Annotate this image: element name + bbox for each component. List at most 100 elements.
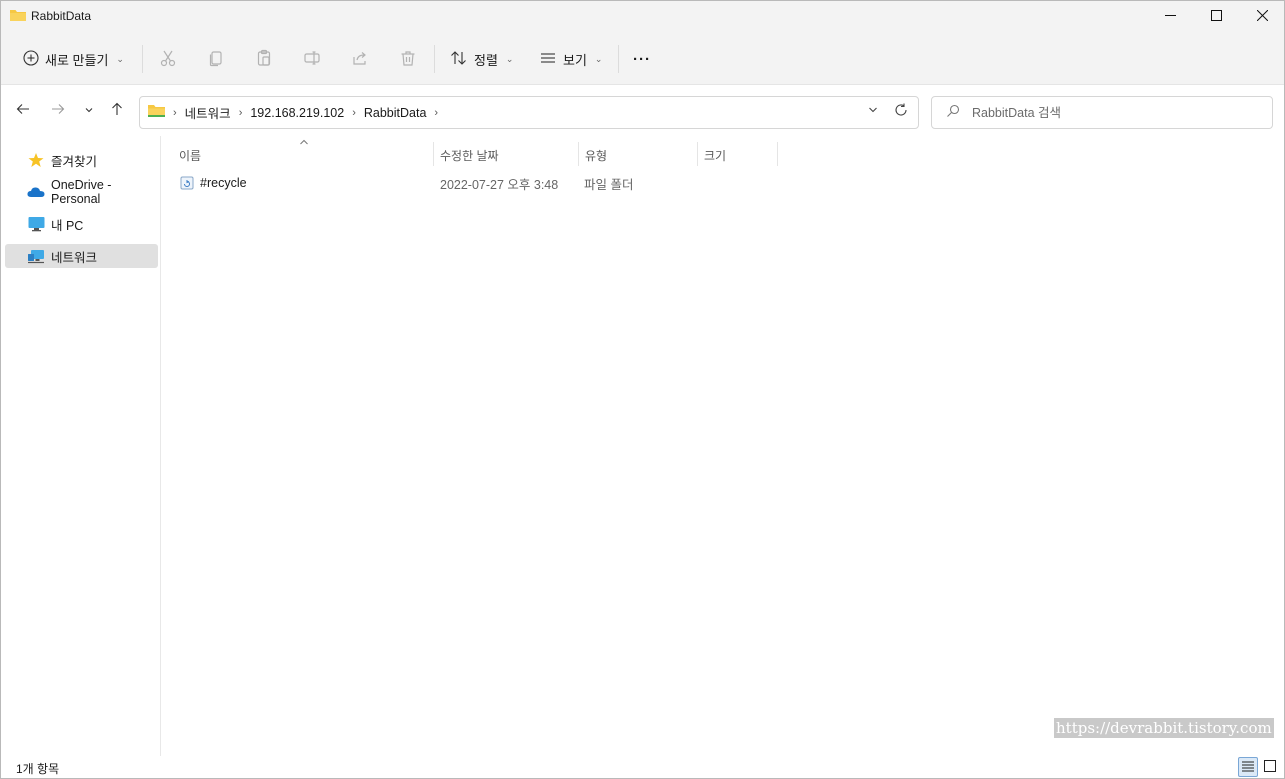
share-icon — [351, 49, 369, 70]
sidebar-item-onedrive[interactable]: OneDrive - Personal — [5, 178, 158, 206]
recent-locations-button[interactable] — [78, 100, 100, 122]
breadcrumb-separator-icon[interactable]: › — [434, 107, 438, 119]
search-icon — [946, 104, 960, 121]
new-button[interactable]: 새로 만들기 ⌄ — [15, 45, 132, 73]
close-button[interactable] — [1239, 1, 1285, 31]
pc-monitor-icon — [27, 216, 45, 232]
network-icon — [27, 248, 45, 264]
sort-button[interactable]: 정렬 ⌄ — [444, 45, 519, 73]
column-divider[interactable] — [777, 142, 778, 166]
breadcrumb-folder[interactable]: RabbitData — [364, 106, 427, 120]
sidebar-item-network[interactable]: 네트워크 — [5, 244, 158, 268]
recycle-folder-icon — [180, 176, 194, 190]
column-header-type[interactable]: 유형 — [579, 144, 697, 166]
cut-icon — [159, 49, 177, 70]
copy-icon — [207, 49, 225, 70]
details-view-icon — [1242, 760, 1254, 775]
large-icons-view-button[interactable] — [1260, 757, 1280, 777]
breadcrumb-host[interactable]: 192.168.219.102 — [250, 106, 344, 120]
item-count: 1개 항목 — [16, 762, 60, 776]
sidebar-item-label: 네트워크 — [51, 250, 98, 265]
paste-button[interactable] — [252, 47, 276, 71]
star-icon — [27, 152, 45, 168]
column-header-modified[interactable]: 수정한 날짜 — [434, 144, 578, 166]
toolbar-divider — [142, 45, 143, 73]
file-explorer-window: RabbitData 새로 만들기 ⌄ 정렬 ⌄ 보기 ⌄ ··· › 네트워크… — [0, 0, 1285, 779]
arrow-left-icon — [16, 102, 30, 121]
command-bar: 새로 만들기 ⌄ 정렬 ⌄ 보기 ⌄ ··· — [1, 31, 1284, 85]
minimize-icon — [1164, 8, 1176, 24]
refresh-icon[interactable] — [894, 103, 908, 121]
chevron-down-icon: ⌄ — [505, 53, 514, 64]
view-list-icon — [539, 51, 557, 68]
share-button[interactable] — [348, 47, 372, 71]
search-input[interactable] — [972, 105, 1252, 120]
file-list-view: 이름 수정한 날짜 유형 크기 #recycle 2022-07-27 오후 3… — [162, 136, 1284, 756]
rename-icon — [303, 49, 321, 70]
new-button-label: 새로 만들기 — [45, 52, 109, 68]
folder-icon — [10, 9, 26, 22]
breadcrumb: › 네트워크 › 192.168.219.102 › RabbitData › — [173, 103, 446, 122]
column-header-label: 유형 — [585, 148, 608, 163]
more-icon: ··· — [633, 50, 651, 68]
file-name: #recycle — [200, 176, 247, 190]
title-bar: RabbitData — [1, 1, 1284, 31]
maximize-icon — [1210, 8, 1222, 24]
plus-circle-icon — [23, 49, 39, 69]
file-size-cell — [704, 172, 774, 194]
address-history-chevron-icon[interactable] — [868, 105, 878, 118]
table-row[interactable]: #recycle 2022-07-27 오후 3:48 파일 폴더 — [176, 172, 776, 194]
copy-button[interactable] — [204, 47, 228, 71]
file-modified: 2022-07-27 오후 3:48 — [440, 177, 559, 192]
breadcrumb-separator-icon[interactable]: › — [352, 107, 356, 119]
back-button[interactable] — [12, 100, 34, 122]
onedrive-cloud-icon — [27, 184, 45, 200]
forward-button[interactable] — [47, 100, 69, 122]
view-label: 보기 — [563, 52, 587, 68]
minimize-button[interactable] — [1147, 1, 1193, 31]
sort-arrows-icon — [450, 50, 468, 69]
toolbar-divider — [618, 45, 619, 73]
column-header-name[interactable]: 이름 — [173, 144, 433, 166]
chevron-down-icon — [84, 102, 94, 120]
rename-button[interactable] — [300, 47, 324, 71]
column-header-label: 크기 — [704, 148, 727, 163]
view-button[interactable]: 보기 ⌄ — [533, 45, 608, 73]
address-bar[interactable]: › 네트워크 › 192.168.219.102 › RabbitData › — [139, 96, 919, 129]
column-header-label: 이름 — [179, 148, 202, 163]
file-modified-cell: 2022-07-27 오후 3:48 — [440, 172, 580, 194]
column-header-label: 수정한 날짜 — [440, 148, 499, 163]
file-name-cell[interactable]: #recycle — [180, 172, 420, 194]
toolbar-divider — [434, 45, 435, 73]
arrow-up-icon — [110, 102, 124, 121]
watermark-text: https://devrabbit.tistory.com — [1054, 718, 1274, 738]
delete-icon — [399, 49, 417, 70]
sort-label: 정렬 — [474, 52, 498, 68]
sidebar-item-label: 즐겨찾기 — [51, 154, 98, 169]
close-icon — [1256, 8, 1268, 24]
more-options-button[interactable]: ··· — [627, 45, 657, 73]
sidebar-item-favorites[interactable]: 즐겨찾기 — [5, 148, 158, 172]
sidebar-item-label: 내 PC — [51, 218, 84, 233]
up-button[interactable] — [106, 100, 128, 122]
search-box[interactable] — [931, 96, 1273, 129]
large-icons-view-icon — [1264, 759, 1276, 775]
details-view-button[interactable] — [1238, 757, 1258, 777]
breadcrumb-separator-icon[interactable]: › — [239, 107, 243, 119]
file-type: 파일 폴더 — [584, 177, 634, 192]
chevron-down-icon: ⌄ — [594, 53, 603, 64]
maximize-button[interactable] — [1193, 1, 1239, 31]
navigation-pane: 즐겨찾기 OneDrive - Personal 내 PC 네트워크 — [1, 136, 161, 756]
window-title: RabbitData — [31, 9, 92, 23]
sidebar-item-label: OneDrive - Personal — [51, 178, 112, 206]
breadcrumb-separator-icon: › — [173, 106, 177, 119]
column-header-size[interactable]: 크기 — [698, 144, 778, 166]
chevron-down-icon: ⌄ — [116, 53, 124, 64]
breadcrumb-network[interactable]: 네트워크 — [185, 103, 231, 122]
delete-button[interactable] — [396, 47, 420, 71]
sidebar-item-this-pc[interactable]: 내 PC — [5, 212, 158, 236]
cut-button[interactable] — [156, 47, 180, 71]
folder-icon — [148, 104, 165, 121]
paste-icon — [255, 49, 273, 70]
file-type-cell: 파일 폴더 — [584, 172, 694, 194]
